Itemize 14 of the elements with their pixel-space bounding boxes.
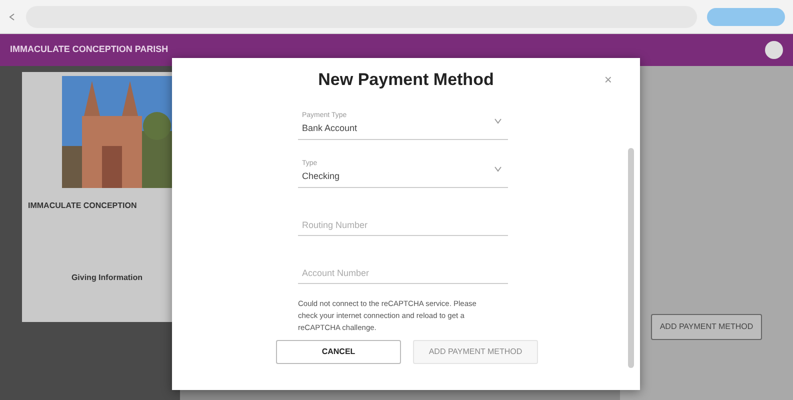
app-title: IMMACULATE CONCEPTION PARISH [10, 43, 168, 56]
input-field[interactable]: Routing Number [298, 214, 508, 236]
avatar-icon[interactable] [765, 41, 783, 59]
cancel-button[interactable]: CANCEL [276, 340, 401, 364]
giving-heading: Giving Information [70, 272, 144, 284]
back-icon[interactable] [8, 12, 16, 20]
add-payment-method-button[interactable]: ADD PAYMENT METHOD [650, 314, 762, 340]
input-field[interactable]: Account Number [298, 262, 508, 284]
scrollbar[interactable] [628, 148, 634, 368]
dialog-title: New Payment Method [318, 70, 494, 90]
parish-name: IMMACULATE CONCEPTION [28, 200, 138, 212]
caret-icon [494, 166, 502, 172]
extension-button[interactable] [707, 8, 785, 26]
caret-icon [494, 118, 502, 124]
